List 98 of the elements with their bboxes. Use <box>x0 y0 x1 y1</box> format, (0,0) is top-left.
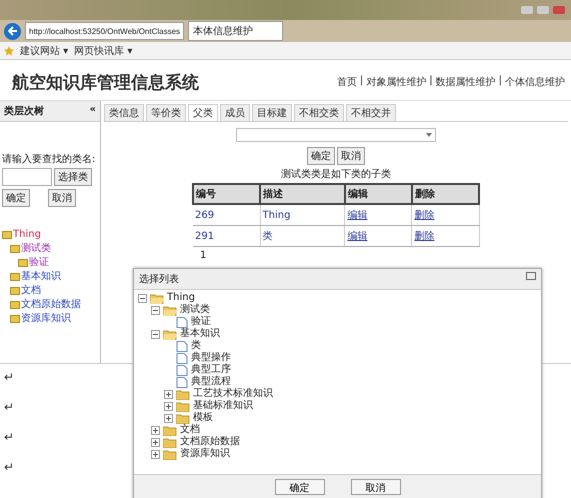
browser-tab[interactable]: 本体信息维护 <box>188 21 284 41</box>
nav-link[interactable]: 对象属性维护 <box>366 75 426 89</box>
tree-item[interactable]: 文档原始数据 <box>21 298 81 312</box>
collapse-toggle[interactable] <box>138 294 147 302</box>
tree-item[interactable]: 基础标准知识 <box>193 400 253 412</box>
search-label: 请输入要查找的类名: <box>2 152 96 166</box>
table-caption: 测试类类是如下类的子类 <box>281 168 391 181</box>
tree-item[interactable]: 文档 <box>21 284 41 298</box>
open-folder-icon <box>150 292 164 304</box>
expand-toggle[interactable] <box>164 390 173 398</box>
folder-icon <box>176 412 190 424</box>
column-header: 删除 <box>412 184 479 204</box>
nav-separator: | <box>360 75 364 88</box>
expand-toggle[interactable] <box>151 438 160 446</box>
column-header: 编辑 <box>344 184 412 204</box>
tree-item[interactable]: Thing <box>167 292 195 304</box>
tree-item[interactable]: 类 <box>191 340 201 352</box>
collapse-button[interactable]: « <box>90 104 96 118</box>
tab[interactable]: 类信息 <box>104 104 144 121</box>
tree-item[interactable]: 文档原始数据 <box>180 436 240 448</box>
confirm-button[interactable]: 确定 <box>274 479 324 495</box>
page-icon <box>176 340 188 352</box>
paragraph-mark: ↵ <box>4 370 14 384</box>
open-folder-icon <box>163 328 177 340</box>
dialog-title: 选择列表 <box>139 272 179 286</box>
tab[interactable]: 父类 <box>188 104 218 121</box>
expand-toggle[interactable] <box>164 402 173 410</box>
page-icon <box>176 352 188 364</box>
favorite-link[interactable]: 网页快讯库 ▾ <box>74 44 132 58</box>
tab[interactable]: 目标建 <box>252 104 292 121</box>
page-icon <box>176 376 188 388</box>
collapse-toggle[interactable] <box>151 306 160 314</box>
tree-item[interactable]: 基本知识 <box>180 328 220 340</box>
expand-toggle[interactable] <box>151 426 160 434</box>
tree-item[interactable]: 典型流程 <box>191 376 231 388</box>
confirm-button[interactable]: 确定 <box>307 147 335 165</box>
nav-link[interactable]: 个体信息维护 <box>505 75 565 89</box>
table-cell: 291 <box>193 226 260 246</box>
cancel-button[interactable]: 取消 <box>48 189 76 207</box>
tree-item[interactable]: 资源库知识 <box>180 448 230 460</box>
select-class-button[interactable]: 选择类 <box>54 168 92 186</box>
nav-separator: | <box>429 75 433 88</box>
search-field[interactable] <box>2 168 52 186</box>
delete-link[interactable]: 删除 <box>414 231 434 242</box>
tab[interactable]: 不相交类 <box>294 104 344 121</box>
nav-link[interactable]: 数据属性维护 <box>436 75 496 89</box>
caret-icon <box>426 133 432 137</box>
nav-separator: | <box>498 75 502 88</box>
favorite-link[interactable]: 建议网站 ▾ <box>20 44 68 58</box>
tree-item[interactable]: 资源库知识 <box>21 312 71 326</box>
column-header: 描述 <box>260 184 345 204</box>
paragraph-mark: ↵ <box>4 430 14 444</box>
tree-item[interactable]: 文档 <box>180 424 200 436</box>
collapse-toggle[interactable] <box>151 330 160 338</box>
paragraph-mark: ↵ <box>4 460 14 474</box>
paragraph-mark: ↵ <box>4 400 14 414</box>
tree-item[interactable]: 典型操作 <box>191 352 231 364</box>
delete-link[interactable]: 删除 <box>414 210 434 221</box>
page-number[interactable]: 1 <box>200 250 206 261</box>
tree-item[interactable]: Thing <box>13 228 41 242</box>
tree-item[interactable]: 验证 <box>191 316 211 328</box>
tree-item[interactable]: 模板 <box>193 412 213 424</box>
tree-item[interactable]: 工艺技术标准知识 <box>193 388 273 400</box>
table-cell: 269 <box>193 204 260 226</box>
arrow-icon <box>8 26 18 36</box>
expand-toggle[interactable] <box>164 414 173 422</box>
cancel-button[interactable]: 取消 <box>337 147 365 165</box>
folder-icon <box>163 448 177 460</box>
star-icon <box>4 46 14 56</box>
back-button[interactable] <box>4 22 21 40</box>
tab[interactable]: 等价类 <box>146 104 186 121</box>
tree-item[interactable]: 测试类 <box>21 242 51 256</box>
tree-item[interactable]: 验证 <box>29 256 49 270</box>
tree-item[interactable]: 典型工序 <box>191 364 231 376</box>
tab[interactable]: 不相交并 <box>346 104 396 121</box>
page-icon <box>176 316 188 328</box>
confirm-button[interactable]: 确定 <box>2 189 30 207</box>
tree-item[interactable]: 基本知识 <box>21 270 61 284</box>
edit-link[interactable]: 编辑 <box>347 231 368 242</box>
maximize-button[interactable] <box>526 272 536 280</box>
open-folder-icon <box>163 304 177 316</box>
folder-icon <box>176 388 190 400</box>
tree-item[interactable]: 测试类 <box>180 304 210 316</box>
expand-toggle[interactable] <box>151 450 160 458</box>
folder-icon <box>163 436 177 448</box>
edit-link[interactable]: 编辑 <box>347 210 368 221</box>
cancel-button[interactable]: 取消 <box>350 479 400 495</box>
page-icon <box>176 364 188 376</box>
app-title: 航空知识库管理信息系统 <box>12 72 199 94</box>
address-field[interactable]: http://localhost:53250/OntWeb/OntClasses <box>25 22 184 40</box>
folder-icon <box>163 424 177 436</box>
folder-icon <box>176 400 190 412</box>
table-cell: Thing <box>260 204 345 226</box>
table-cell: 类 <box>260 226 345 246</box>
sidebar-title: 类层次树 <box>4 104 44 118</box>
column-header: 编号 <box>193 184 260 204</box>
nav-link[interactable]: 首页 <box>336 75 357 89</box>
tab[interactable]: 成员 <box>220 104 250 121</box>
